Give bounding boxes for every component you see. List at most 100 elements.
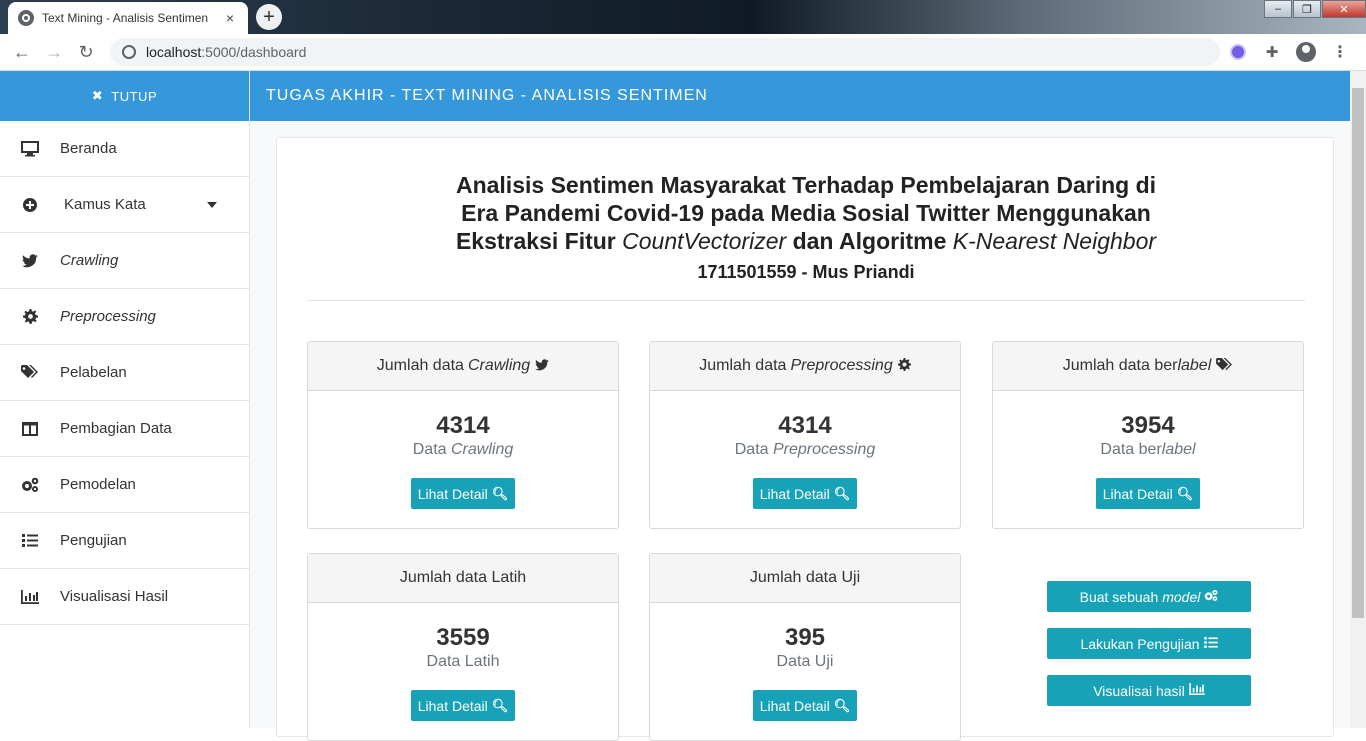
card-header-italic: label bbox=[1177, 357, 1212, 374]
student-id: 1711501559 - Mus Priandi bbox=[697, 262, 915, 282]
sidebar-item-pembagian-data[interactable]: Pembagian Data bbox=[0, 401, 249, 457]
sidebar-item-label: Kamus Kata bbox=[64, 196, 146, 213]
title-line-3: Ekstraksi Fitur CountVectorizer dan Algo… bbox=[277, 227, 1335, 255]
card-subtitle: Data Crawling bbox=[308, 440, 618, 460]
new-tab-button[interactable]: + bbox=[256, 4, 282, 30]
page-title: Analisis Sentimen Masyarakat Terhadap Pe… bbox=[277, 171, 1335, 255]
sidebar-item-preprocessing[interactable]: Preprocessing bbox=[0, 289, 249, 345]
globe-icon bbox=[18, 10, 34, 26]
card-subtitle-prefix: Data bbox=[412, 441, 451, 458]
sidebar: ✖ TUTUP Beranda Kamus Kata Crawling Prep… bbox=[0, 71, 250, 728]
reload-button[interactable]: ↻ bbox=[70, 36, 102, 68]
sidebar-item-crawling[interactable]: Crawling bbox=[0, 233, 249, 289]
sidebar-item-kamus-kata[interactable]: Kamus Kata bbox=[0, 177, 249, 233]
extensions-menu-button[interactable]: ✚ bbox=[1256, 36, 1288, 68]
card-header: Jumlah data Uji bbox=[650, 554, 960, 603]
buat-model-button[interactable]: Buat sebuah model bbox=[1047, 581, 1251, 612]
tab-close-button[interactable]: × bbox=[222, 10, 238, 26]
sidebar-toggle-button[interactable]: ✖ TUTUP bbox=[0, 71, 249, 121]
scrollbar-thumb[interactable] bbox=[1352, 88, 1364, 618]
url-path: :5000/dashboard bbox=[201, 44, 307, 60]
title-line-3-a: Ekstraksi Fitur bbox=[455, 228, 623, 254]
lihat-detail-latih-button[interactable]: Lihat Detail 🔍︎ bbox=[411, 690, 515, 721]
sidebar-item-visualisasi-hasil[interactable]: Visualisasi Hasil bbox=[0, 569, 249, 625]
cog-icon bbox=[897, 358, 911, 374]
tab-title: Text Mining - Analisis Sentimen bbox=[42, 11, 209, 25]
url-field[interactable]: localhost:5000/dashboard bbox=[110, 38, 1220, 66]
title-countvectorizer: CountVectorizer bbox=[622, 228, 787, 254]
sidebar-item-label: Beranda bbox=[60, 140, 117, 157]
card-header-italic: Preprocessing bbox=[790, 357, 893, 374]
site-info-icon[interactable] bbox=[122, 45, 136, 59]
address-bar: ← → ↻ localhost:5000/dashboard ✚ ⋮ bbox=[0, 34, 1366, 71]
card-crawling: Jumlah data Crawling 4314 Data Crawling … bbox=[307, 341, 619, 529]
divider bbox=[307, 300, 1305, 301]
cog-icon bbox=[20, 309, 40, 325]
caret-down-icon[interactable] bbox=[207, 202, 217, 208]
title-line-3-c: dan Algoritme bbox=[786, 228, 953, 254]
maximize-button[interactable]: ❐ bbox=[1293, 0, 1321, 18]
back-button[interactable]: ← bbox=[6, 36, 38, 68]
sidebar-item-label: Pembagian Data bbox=[60, 420, 172, 437]
browser-menu-button[interactable]: ⋮ bbox=[1324, 36, 1356, 68]
title-line-2: Era Pandemi Covid-19 pada Media Sosial T… bbox=[461, 200, 1151, 226]
sidebar-item-pengujian[interactable]: Pengujian bbox=[0, 513, 249, 569]
more-vert-icon: ⋮ bbox=[1332, 44, 1348, 61]
twitter-icon bbox=[20, 253, 40, 269]
card-header: Jumlah data Latih bbox=[308, 554, 618, 603]
lakukan-pengujian-button[interactable]: Lakukan Pengujian bbox=[1047, 628, 1251, 659]
main-content: Analisis Sentimen Masyarakat Terhadap Pe… bbox=[250, 121, 1350, 741]
sidebar-item-pelabelan[interactable]: Pelabelan bbox=[0, 345, 249, 401]
bar-chart-icon bbox=[1189, 683, 1205, 698]
search-icon: 🔍︎ bbox=[491, 485, 509, 501]
dashboard-panel: Analisis Sentimen Masyarakat Terhadap Pe… bbox=[276, 137, 1335, 741]
lihat-detail-preprocessing-button[interactable]: Lihat Detail 🔍︎ bbox=[753, 478, 857, 509]
card-value: 4314 bbox=[436, 412, 490, 439]
tags-icon bbox=[20, 365, 40, 381]
visualisasi-hasil-button[interactable]: Visualisai hasil bbox=[1047, 675, 1251, 706]
sidebar-item-pemodelan[interactable]: Pemodelan bbox=[0, 457, 249, 513]
button-label: Buat sebuah bbox=[1079, 588, 1159, 605]
card-subtitle: Data berlabel bbox=[993, 440, 1303, 460]
card-preprocessing: Jumlah data Preprocessing 4314 Data Prep… bbox=[649, 341, 961, 529]
close-icon: ✖ bbox=[91, 88, 104, 103]
columns-icon bbox=[20, 421, 40, 437]
puzzle-icon: ✚ bbox=[1265, 44, 1279, 61]
minimize-button[interactable]: – bbox=[1264, 0, 1292, 18]
monitor-icon bbox=[20, 140, 40, 157]
sidebar-item-beranda[interactable]: Beranda bbox=[0, 121, 249, 177]
tags-icon bbox=[1216, 357, 1233, 375]
button-label: Lihat Detail bbox=[417, 697, 488, 714]
browser-tabbar: Text Mining - Analisis Sentimen × + – ❐ … bbox=[0, 0, 1366, 34]
card-uji: Jumlah data Uji 395 Data Uji Lihat Detai… bbox=[649, 553, 961, 741]
card-subtitle: Data Latih bbox=[426, 653, 500, 670]
avatar-icon bbox=[1296, 42, 1316, 62]
card-berlabel: Jumlah data ber label 3954 Data berlabel … bbox=[992, 341, 1304, 529]
card-header: Jumlah data Preprocessing bbox=[650, 342, 960, 391]
forward-button[interactable]: → bbox=[38, 36, 70, 68]
card-value: 3559 bbox=[436, 624, 490, 651]
card-subtitle: Data Uji bbox=[776, 653, 834, 670]
extension-button[interactable] bbox=[1222, 36, 1254, 68]
app-title: TUGAS AKHIR - TEXT MINING - ANALISIS SEN… bbox=[266, 87, 708, 104]
card-subtitle: Data Preprocessing bbox=[650, 440, 960, 460]
profile-button[interactable] bbox=[1290, 36, 1322, 68]
browser-tab[interactable]: Text Mining - Analisis Sentimen × bbox=[8, 2, 248, 34]
card-header-prefix: Jumlah data bbox=[376, 357, 464, 374]
url-host: localhost bbox=[146, 44, 202, 60]
card-value: 395 bbox=[784, 624, 826, 651]
card-header: Jumlah data ber label bbox=[993, 342, 1303, 391]
sidebar-toggle-label: TUTUP bbox=[111, 88, 158, 104]
search-icon: 🔍︎ bbox=[833, 697, 851, 713]
card-header-prefix: Jumlah data Uji bbox=[749, 569, 861, 586]
lihat-detail-uji-button[interactable]: Lihat Detail 🔍︎ bbox=[753, 690, 857, 721]
lihat-detail-berlabel-button[interactable]: Lihat Detail 🔍︎ bbox=[1096, 478, 1200, 509]
title-knn: K-Nearest Neighbor bbox=[952, 228, 1157, 254]
search-icon: 🔍︎ bbox=[833, 485, 851, 501]
window-close-button[interactable]: ✕ bbox=[1322, 0, 1366, 18]
card-subtitle-prefix: Data bbox=[734, 441, 773, 458]
lihat-detail-crawling-button[interactable]: Lihat Detail 🔍︎ bbox=[411, 478, 515, 509]
sidebar-item-label: Preprocessing bbox=[60, 308, 156, 325]
button-label-italic: model bbox=[1162, 588, 1201, 605]
twitter-icon bbox=[535, 358, 550, 374]
